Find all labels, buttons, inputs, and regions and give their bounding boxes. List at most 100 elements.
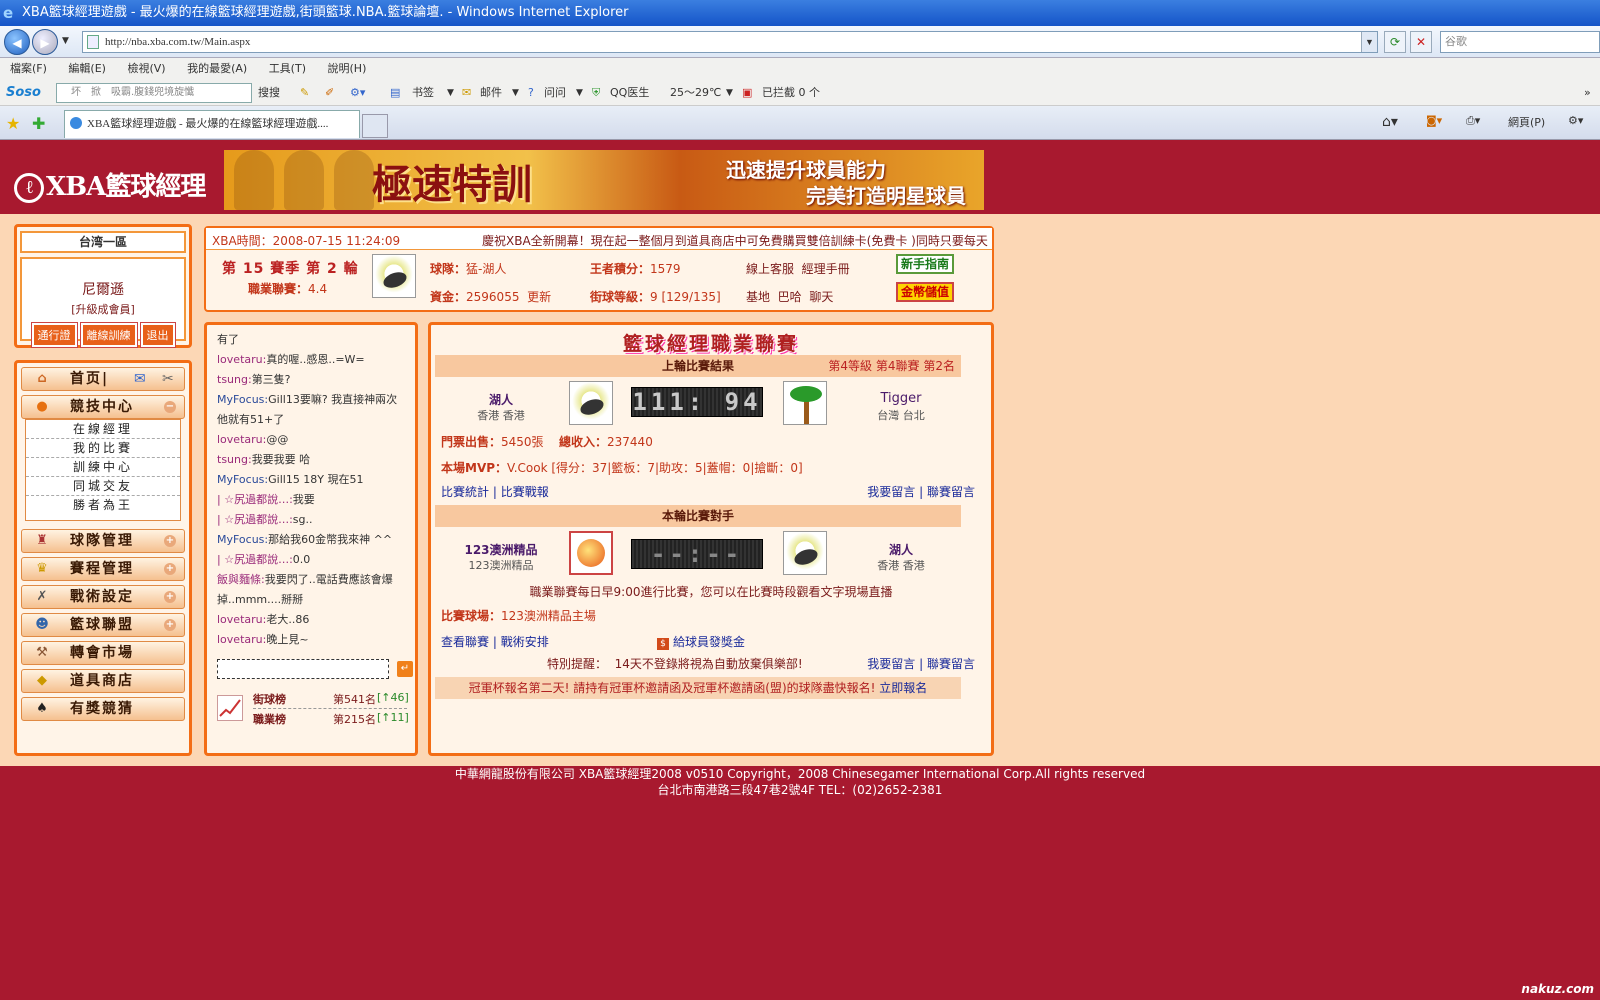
weather-label[interactable]: 25～29℃ — [670, 80, 721, 106]
nav-schedule[interactable]: ♛ 賽程管理 + — [21, 557, 185, 581]
send-icon[interactable]: ↵ — [397, 661, 413, 677]
away-team-name[interactable]: Tigger — [841, 391, 961, 406]
page-menu-button[interactable]: 網頁(P) — [1508, 114, 1545, 130]
chat-sender[interactable]: tsung: — [217, 453, 252, 466]
tools-icon[interactable]: ✂ — [162, 368, 176, 390]
expand-icon[interactable]: + — [164, 619, 176, 631]
menu-file[interactable]: 檔案(F) — [10, 62, 47, 75]
team-badge-icon[interactable] — [372, 254, 416, 298]
chat-sender[interactable]: lovetaru: — [217, 633, 266, 646]
chat-sender[interactable]: tsung: — [217, 373, 252, 386]
bonus-link[interactable]: $ 給球員發獎金 — [657, 633, 745, 650]
chat-sender[interactable]: | ☆尻過都說…: — [217, 493, 293, 506]
expand-icon[interactable]: + — [164, 563, 176, 575]
nav-online-manager[interactable]: 在線經理 — [26, 420, 180, 439]
stop-button[interactable]: ✕ — [1410, 31, 1432, 53]
home-team-name[interactable]: 湖人 — [441, 391, 561, 408]
menu-help[interactable]: 說明(H) — [328, 62, 367, 75]
soso-search-input[interactable]: 坏 掀 吸霸.腹錢兜境旋懺 — [56, 83, 252, 103]
tab-xba[interactable]: XBA籃球經理遊戲 - 最火爆的在線籃球經理遊戲.... — [64, 110, 360, 138]
print-icon[interactable]: ⎙▾ — [1466, 114, 1480, 128]
chat-sender[interactable]: MyFocus: — [217, 393, 268, 406]
address-input[interactable]: http://nba.xba.com.tw/Main.aspx ▼ — [82, 31, 1378, 53]
mail-button[interactable]: 邮件 — [480, 80, 502, 106]
weather-dropdown-icon[interactable]: ▼ — [726, 80, 733, 106]
news-marquee[interactable]: 慶祝XBA全新開幕！現在起一整個月到道具商店中可免費購買雙倍訓練卡(免費卡 )同… — [482, 232, 988, 249]
tactics-link[interactable]: 戰術安排 — [501, 635, 549, 649]
upgrade-link[interactable]: [升級成會員] — [22, 301, 184, 317]
bookmark-dropdown-icon[interactable]: ▼ — [447, 80, 454, 106]
bahamut-link[interactable]: 巴哈 — [778, 290, 802, 304]
pen-icon[interactable]: ✐ — [325, 80, 334, 106]
refresh-button[interactable]: ⟳ — [1384, 31, 1406, 53]
league-message-link[interactable]: 聯賽留言 — [927, 485, 975, 499]
opponent-team-name[interactable]: 123澳洲精品 — [441, 541, 561, 558]
qq-doctor-button[interactable]: QQ医生 — [610, 80, 649, 106]
my-team-name[interactable]: 湖人 — [841, 541, 961, 558]
ask-button[interactable]: 问问 — [544, 80, 566, 106]
register-now-link[interactable]: 立即報名 — [879, 681, 927, 695]
add-favorite-icon[interactable]: ✚ — [32, 114, 45, 133]
site-logo[interactable]: ℓ XBA籃球經理 — [14, 166, 206, 203]
street-rank[interactable]: 街球榜 第541名 [↑46] — [253, 691, 409, 709]
base-link[interactable]: 基地 — [746, 290, 770, 304]
view-league-link[interactable]: 查看聯賽 — [441, 635, 489, 649]
chat-link[interactable]: 聊天 — [809, 290, 833, 304]
chat-sender[interactable]: MyFocus: — [217, 473, 268, 486]
toolbar-overflow-icon[interactable]: » — [1584, 80, 1591, 106]
back-button[interactable]: ◀ — [4, 29, 30, 55]
chat-sender[interactable]: | ☆尻過都說…: — [217, 513, 293, 526]
forward-button[interactable]: ▶ — [32, 29, 58, 55]
nav-winner[interactable]: 勝者為王 — [26, 496, 180, 515]
match-report-link[interactable]: 比賽戰報 — [501, 485, 549, 499]
nav-local-friends[interactable]: 同城交友 — [26, 477, 180, 496]
search-input[interactable]: 谷歌 — [1440, 31, 1600, 53]
pro-rank[interactable]: 職業榜 第215名 [↑11] — [253, 711, 409, 729]
soso-search-button[interactable]: 搜搜 — [258, 80, 280, 106]
menu-favorites[interactable]: 我的最愛(A) — [187, 62, 247, 75]
expand-icon[interactable]: + — [164, 535, 176, 547]
menu-view[interactable]: 檢視(V) — [127, 62, 165, 75]
leave-message-link-2[interactable]: 我要留言 — [867, 657, 915, 671]
promo-banner[interactable]: 極速特訓 迅速提升球員能力 完美打造明星球員 — [224, 150, 984, 210]
address-dropdown-icon[interactable]: ▼ — [1361, 32, 1377, 52]
ask-dropdown-icon[interactable]: ▼ — [576, 80, 583, 106]
home-icon[interactable]: ⌂▾ — [1382, 114, 1398, 130]
mail-dropdown-icon[interactable]: ▼ — [512, 80, 519, 106]
menu-edit[interactable]: 編輯(E) — [68, 62, 106, 75]
nav-shop[interactable]: ◆ 道具商店 — [21, 669, 185, 693]
tools-gear-icon[interactable]: ⚙▾ — [1568, 114, 1583, 127]
user-name[interactable]: 尼爾遜 — [22, 259, 184, 299]
new-tab-button[interactable] — [362, 114, 388, 138]
leave-message-link[interactable]: 我要留言 — [867, 485, 915, 499]
chat-input[interactable] — [217, 659, 389, 679]
options-icon[interactable]: ⚙▾ — [350, 80, 365, 106]
logout-button[interactable]: 退出 — [139, 322, 176, 348]
gold-topup-button[interactable]: 金幣儲值 — [896, 282, 954, 302]
passport-button[interactable]: 通行證 — [30, 322, 78, 348]
nav-transfer[interactable]: ⚒ 轉會市場 — [21, 641, 185, 665]
bookmark-button[interactable]: 书签 — [412, 80, 434, 106]
collapse-icon[interactable]: − — [164, 401, 176, 413]
rss-icon[interactable]: ◙▾ — [1426, 114, 1442, 127]
newbie-guide-button[interactable]: 新手指南 — [896, 254, 954, 274]
nav-lottery[interactable]: ♠ 有獎競猜 — [21, 697, 185, 721]
mail-icon[interactable]: ✉ — [134, 368, 148, 390]
nav-team[interactable]: ♜ 球隊管理 + — [21, 529, 185, 553]
chat-sender[interactable]: 飯與麵條: — [217, 573, 265, 586]
nav-training-center[interactable]: 訓練中心 — [26, 458, 180, 477]
update-link[interactable]: 更新 — [527, 290, 551, 304]
chat-sender[interactable]: | ☆尻過都說…: — [217, 553, 293, 566]
manual-link[interactable]: 經理手冊 — [802, 262, 850, 276]
nav-home[interactable]: ⌂ 首页| ✉ ✂ — [21, 367, 185, 391]
nav-league[interactable]: ☻ 籃球聯盟 + — [21, 613, 185, 637]
chat-sender[interactable]: lovetaru: — [217, 353, 266, 366]
menu-tools[interactable]: 工具(T) — [269, 62, 306, 75]
nav-my-matches[interactable]: 我的比賽 — [26, 439, 180, 458]
favorites-star-icon[interactable]: ★ — [6, 114, 20, 133]
chat-sender[interactable]: MyFocus: — [217, 533, 268, 546]
nav-tactics[interactable]: ✗ 戰術設定 + — [21, 585, 185, 609]
highlight-icon[interactable]: ✎ — [300, 80, 309, 106]
offline-training-button[interactable]: 離線訓練 — [79, 322, 138, 348]
match-stats-link[interactable]: 比賽統計 — [441, 485, 489, 499]
